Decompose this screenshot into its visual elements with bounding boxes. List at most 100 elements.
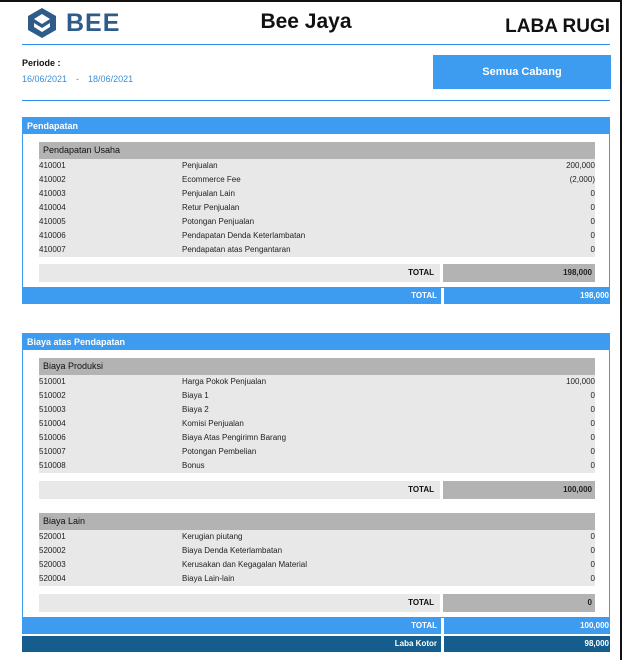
account-code: 510004: [39, 419, 66, 428]
group-total-value: 198,000: [563, 268, 592, 277]
account-value: 0: [590, 461, 595, 470]
section-total-value: 100,000: [580, 621, 609, 630]
group-total-label: TOTAL: [408, 485, 434, 494]
group-total: TOTAL 0: [39, 594, 595, 612]
account-code: 410006: [39, 231, 66, 240]
account-code: 510001: [39, 377, 66, 386]
account-row: 520004 Biaya Lain-lain 0: [39, 572, 595, 586]
account-code: 510002: [39, 391, 66, 400]
account-code: 410005: [39, 217, 66, 226]
group-total-label: TOTAL: [408, 268, 434, 277]
account-row: 410006 Pendapatan Denda Keterlambatan 0: [39, 229, 595, 243]
section-title: Biaya atas Pendapatan: [23, 334, 609, 350]
account-name: Biaya Denda Keterlambatan: [182, 546, 283, 555]
account-value: 0: [590, 447, 595, 456]
account-row: 510006 Biaya Atas Pengirimn Barang 0: [39, 431, 595, 445]
account-name: Kerusakan dan Kegagalan Material: [182, 560, 307, 569]
account-value: 0: [590, 433, 595, 442]
account-value: 0: [590, 189, 595, 198]
account-row: 520003 Kerusakan dan Kegagalan Material 0: [39, 558, 595, 572]
account-code: 510007: [39, 447, 66, 456]
group-title: Pendapatan Usaha: [39, 142, 595, 159]
account-value: 0: [590, 391, 595, 400]
account-row: 410003 Penjualan Lain 0: [39, 187, 595, 201]
account-name: Kerugian piutang: [182, 532, 243, 541]
account-name: Potongan Penjualan: [182, 217, 255, 226]
account-row: 410002 Ecommerce Fee (2,000): [39, 173, 595, 187]
group-total: TOTAL 198,000: [39, 264, 595, 282]
account-name: Retur Penjualan: [182, 203, 240, 212]
account-name: Biaya Lain-lain: [182, 574, 235, 583]
branch-select-button[interactable]: Semua Cabang: [433, 55, 611, 89]
account-value: 0: [590, 231, 595, 240]
account-code: 520003: [39, 560, 66, 569]
account-code: 510003: [39, 405, 66, 414]
date-separator: -: [76, 74, 80, 84]
account-name: Komisi Penjualan: [182, 419, 244, 428]
account-row: 410001 Penjualan 200,000: [39, 159, 595, 173]
account-code: 410001: [39, 161, 66, 170]
account-value: 0: [590, 245, 595, 254]
section-biaya: Biaya atas Pendapatan Biaya Produksi 510…: [22, 333, 610, 618]
account-name: Ecommerce Fee: [182, 175, 241, 184]
account-row: 510003 Biaya 2 0: [39, 403, 595, 417]
account-code: 410004: [39, 203, 66, 212]
account-value: 0: [590, 203, 595, 212]
account-value: 0: [590, 560, 595, 569]
account-name: Biaya 2: [182, 405, 209, 414]
section-pendapatan: Pendapatan Pendapatan Usaha 410001 Penjua…: [22, 117, 610, 288]
account-name: Pendapatan Denda Keterlambatan: [182, 231, 306, 240]
account-name: Biaya Atas Pengirimn Barang: [182, 433, 287, 442]
account-value: 0: [590, 532, 595, 541]
section-total-value: 198,000: [580, 291, 609, 300]
laba-kotor-row: Laba Kotor 98,000: [22, 636, 610, 652]
account-row: 410004 Retur Penjualan 0: [39, 201, 595, 215]
account-code: 410007: [39, 245, 66, 254]
account-code: 410002: [39, 175, 66, 184]
group-title: Biaya Produksi: [39, 358, 595, 375]
group-biaya-lain: Biaya Lain 520001 Kerugian piutang 0 520002…: [39, 513, 595, 586]
header-divider: [22, 44, 610, 45]
laba-kotor-label: Laba Kotor: [394, 639, 437, 648]
date-to[interactable]: 18/06/2021: [88, 74, 133, 84]
group-pendapatan-usaha: Pendapatan Usaha 410001 Penjualan 200,000 4…: [39, 142, 595, 257]
periode-dates: 16/06/2021-18/06/2021: [22, 74, 133, 84]
section-title: Pendapatan: [23, 118, 609, 134]
account-row: 510008 Bonus 0: [39, 459, 595, 473]
account-value: 0: [590, 419, 595, 428]
periode-divider: [22, 100, 610, 101]
account-value: (2,000): [569, 175, 595, 184]
account-row: 520002 Biaya Denda Keterlambatan 0: [39, 544, 595, 558]
group-biaya-produksi: Biaya Produksi 510001 Harga Pokok Penjual…: [39, 358, 595, 473]
account-code: 510008: [39, 461, 66, 470]
account-row: 510001 Harga Pokok Penjualan 100,000: [39, 375, 595, 389]
account-value: 100,000: [566, 377, 595, 386]
account-row: 510007 Potongan Pembelian 0: [39, 445, 595, 459]
account-code: 520002: [39, 546, 66, 555]
group-title: Biaya Lain: [39, 513, 595, 530]
laba-kotor-value: 98,000: [584, 639, 609, 648]
section-total-biaya: TOTAL 100,000: [22, 618, 610, 634]
account-row: 410007 Pendapatan atas Pengantaran 0: [39, 243, 595, 257]
top-border: [0, 0, 622, 2]
group-total-value: 100,000: [563, 485, 592, 494]
account-code: 520004: [39, 574, 66, 583]
account-value: 0: [590, 546, 595, 555]
periode-label: Periode :: [22, 58, 61, 68]
section-total-label: TOTAL: [411, 621, 437, 630]
account-name: Biaya 1: [182, 391, 209, 400]
account-value: 200,000: [566, 161, 595, 170]
account-row: 510002 Biaya 1 0: [39, 389, 595, 403]
group-total-label: TOTAL: [408, 598, 434, 607]
account-value: 0: [590, 574, 595, 583]
account-name: Bonus: [182, 461, 205, 470]
report-title: LABA RUGI: [505, 16, 610, 37]
account-row: 410005 Potongan Penjualan 0: [39, 215, 595, 229]
account-list: 410001 Penjualan 200,000 410002 Ecommerce Fe…: [39, 159, 595, 257]
date-from[interactable]: 16/06/2021: [22, 74, 67, 84]
section-total-label: TOTAL: [411, 291, 437, 300]
account-list: 520001 Kerugian piutang 0 520002 Biaya Denda…: [39, 530, 595, 586]
account-name: Harga Pokok Penjualan: [182, 377, 267, 386]
account-value: 0: [590, 217, 595, 226]
account-name: Penjualan Lain: [182, 189, 235, 198]
